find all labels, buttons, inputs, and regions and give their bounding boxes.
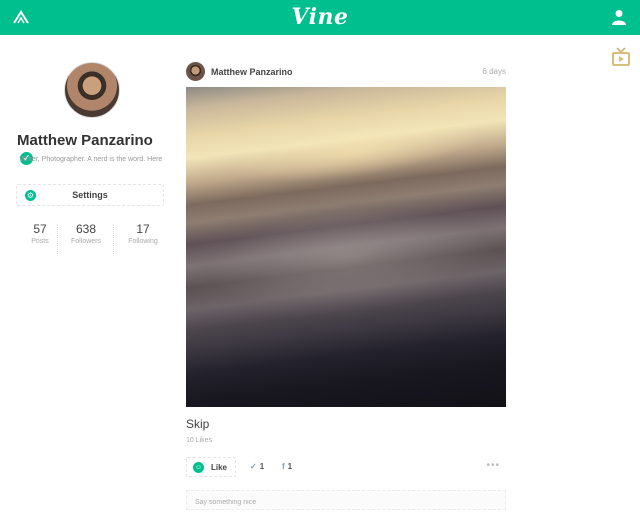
profile-bio: Writer, Photographer. A nerd is the word… [19, 156, 163, 163]
post-age: 6 days [482, 67, 506, 76]
user-icon[interactable] [612, 9, 626, 25]
tv-icon[interactable] [611, 47, 631, 67]
stat-posts-label: Posts [31, 238, 49, 245]
profile-avatar[interactable] [64, 62, 120, 118]
video-sky-glow [223, 109, 489, 195]
profile-stats: 57 Posts 638 Followers 17 Following [14, 222, 168, 258]
twitter-icon: ✓ [250, 462, 257, 471]
top-bar: Vine [0, 0, 640, 35]
stat-following-value: 17 [136, 222, 150, 236]
stat-following[interactable]: 17 Following [117, 222, 169, 245]
like-label: Like [211, 463, 228, 472]
settings-label: Settings [72, 190, 108, 200]
post-header: Matthew Panzarino 6 days [186, 60, 506, 84]
settings-button[interactable]: ⚙ Settings [16, 184, 164, 206]
stat-followers-label: Followers [71, 238, 101, 245]
post-video[interactable] [186, 87, 506, 407]
post-actions: ☺ Like ✓ 1 f1 ••• [186, 457, 506, 479]
post-title: Skip [186, 417, 210, 431]
more-options-icon[interactable]: ••• [486, 460, 500, 471]
profile-name-text: Matthew Panzarino [17, 132, 153, 149]
comment-box[interactable] [186, 490, 506, 512]
post-author-avatar[interactable] [186, 62, 205, 81]
facebook-share-button[interactable]: f1 [282, 462, 292, 471]
stat-following-label: Following [128, 238, 158, 245]
post-likes-count[interactable]: 10 Likes [186, 437, 212, 444]
facebook-icon: f [282, 462, 285, 471]
twitter-share-button[interactable]: ✓ 1 [250, 462, 264, 471]
stat-followers-value: 638 [75, 222, 97, 236]
twitter-count: 1 [259, 462, 265, 471]
stat-posts-value: 57 [33, 222, 47, 236]
stat-followers[interactable]: 638 Followers [60, 222, 112, 245]
vine-logo[interactable]: Vine [0, 4, 640, 30]
post-author-name[interactable]: Matthew Panzarino [211, 67, 293, 77]
stat-divider [57, 224, 58, 256]
like-icon: ☺ [193, 462, 204, 473]
like-button[interactable]: ☺ Like [186, 457, 236, 477]
video-cloud-haze [186, 178, 506, 336]
facebook-count: 1 [287, 462, 293, 471]
comment-input[interactable] [187, 493, 505, 512]
stat-posts[interactable]: 57 Posts [14, 222, 66, 245]
stat-divider [113, 224, 114, 256]
